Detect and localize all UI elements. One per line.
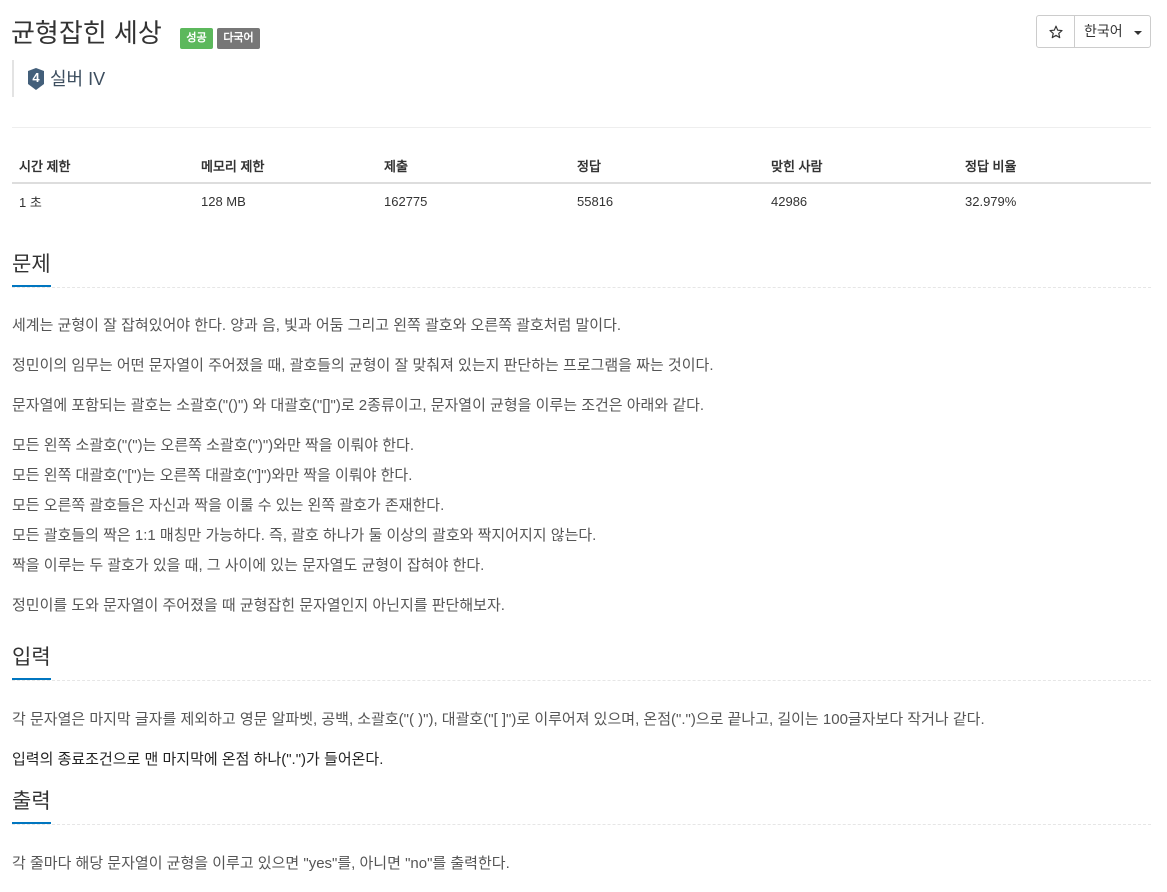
language-dropdown[interactable]: 한국어 — [1074, 15, 1151, 48]
stats-accepted: 55816 — [577, 193, 614, 209]
condition-item: 모든 괄호들의 짝은 1:1 매칭만 가능하다. 즉, 괄호 하나가 둘 이상의… — [12, 527, 597, 544]
input-heading: 입력 — [12, 643, 51, 680]
description-paragraph: 세계는 균형이 잘 잡혀있어야 한다. 양과 음, 빛과 어둠 그리고 왼쪽 괄… — [12, 317, 622, 334]
tier-level-number: 4 — [32, 70, 40, 85]
star-icon — [1049, 25, 1063, 39]
stats-header-row: 시간 제한 메모리 제한 제출 정답 맞힌 사람 정답 비율 — [12, 148, 1151, 184]
output-section-header: 출력 — [12, 787, 1151, 825]
tier-label: 실버 IV — [50, 69, 106, 89]
stats-time-limit: 1 초 — [19, 194, 42, 210]
stats-header-time-limit: 시간 제한 — [12, 148, 194, 184]
stats-submissions: 162775 — [384, 193, 428, 209]
condition-item: 모든 오른쪽 괄호들은 자신과 짝을 이룰 수 있는 왼쪽 괄호가 존재한다. — [12, 497, 445, 514]
condition-item: 모든 왼쪽 대괄호("[")는 오른쪽 대괄호("]")와만 짝을 이뤄야 한다… — [12, 467, 413, 484]
stats-header-accept-ratio: 정답 비율 — [958, 148, 1151, 184]
problem-toolbar: 한국어 — [1036, 15, 1151, 48]
description-paragraph: 정민이의 임무는 어떤 문자열이 주어졌을 때, 괄호들의 균형이 잘 맞춰져 … — [12, 357, 714, 374]
input-section-header: 입력 — [12, 643, 1151, 681]
header-divider — [12, 127, 1151, 128]
stats-solved-users: 42986 — [771, 193, 808, 209]
input-paragraph: 입력의 종료조건으로 맨 마지막에 온점 하나(".")가 들어온다. — [12, 751, 384, 768]
description-paragraph: 문자열에 포함되는 괄호는 소괄호("()") 와 대괄호("[]")로 2종류… — [12, 397, 705, 414]
input-paragraph: 각 문자열은 마지막 글자를 제외하고 영문 알파벳, 공백, 소괄호("( )… — [12, 711, 985, 728]
problem-title: 균형잡힌 세상 — [11, 18, 162, 48]
problem-stats-table: 시간 제한 메모리 제한 제출 정답 맞힌 사람 정답 비율 1 초 128 M… — [12, 148, 1151, 218]
description-closing: 정민이를 도와 문자열이 주어졌을 때 균형잡힌 문자열인지 아닌지를 판단해보… — [12, 597, 505, 614]
favorite-button[interactable] — [1036, 15, 1075, 48]
caret-down-icon — [1134, 31, 1142, 35]
output-heading: 출력 — [12, 787, 51, 824]
stats-header-accepted: 정답 — [570, 148, 764, 184]
stats-header-memory-limit: 메모리 제한 — [194, 148, 377, 184]
description-section-header: 문제 — [12, 250, 1151, 288]
balance-conditions-list: 모든 왼쪽 소괄호("(")는 오른쪽 소괄호(")")와만 짝을 이뤄야 한다… — [12, 431, 1151, 581]
description-heading: 문제 — [12, 250, 51, 287]
silver-tier-icon: 4 — [27, 68, 45, 90]
stats-memory-limit: 128 MB — [201, 193, 246, 209]
condition-item: 모든 왼쪽 소괄호("(")는 오른쪽 소괄호(")")와만 짝을 이뤄야 한다… — [12, 437, 415, 454]
status-badge-success: 성공 — [180, 28, 213, 49]
language-selected-label: 한국어 — [1084, 23, 1123, 39]
problem-tier: 4 실버 IV — [12, 60, 214, 97]
stats-header-solved-users: 맞힌 사람 — [764, 148, 958, 184]
stats-header-submissions: 제출 — [377, 148, 570, 184]
multilingual-badge: 다국어 — [217, 28, 260, 49]
stats-value-row: 1 초 128 MB 162775 55816 42986 32.979% — [12, 183, 1151, 218]
condition-item: 짝을 이루는 두 괄호가 있을 때, 그 사이에 있는 문자열도 균형이 잡혀야… — [12, 557, 485, 574]
output-paragraph: 각 줄마다 해당 문자열이 균형을 이루고 있으면 "yes"를, 아니면 "n… — [12, 855, 510, 872]
stats-accept-ratio: 32.979% — [965, 193, 1017, 209]
